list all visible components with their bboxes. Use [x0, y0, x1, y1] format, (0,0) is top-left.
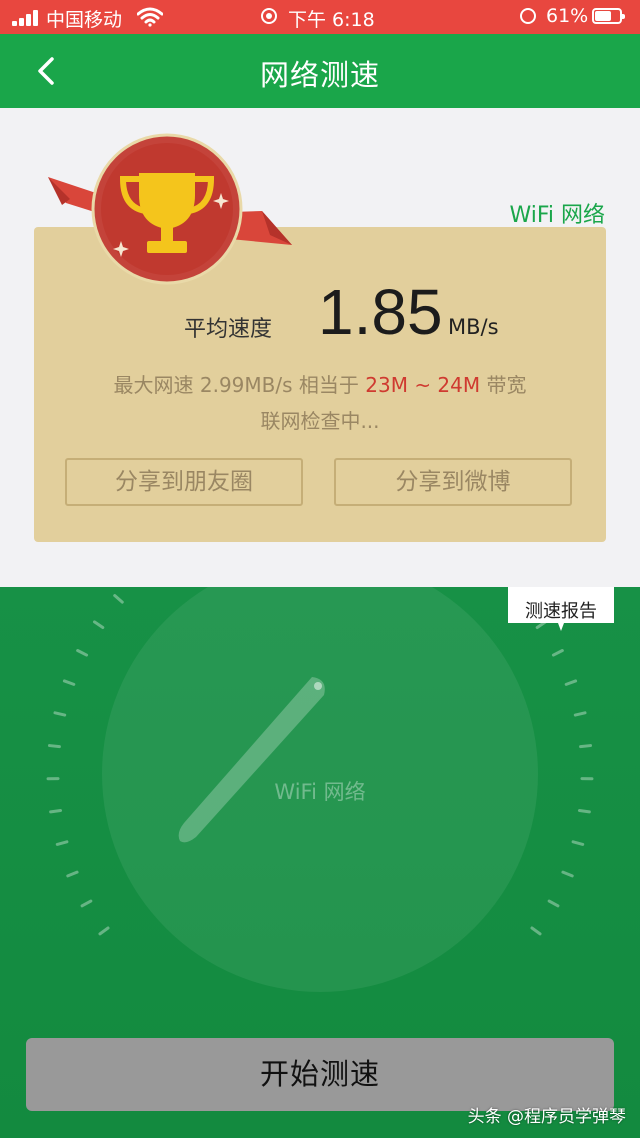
max-speed-info: 最大网速 2.99MB/s 相当于 23M ~ 24M 带宽 — [34, 369, 606, 398]
carrier-name: 中国移动 — [46, 9, 123, 31]
gauge-tick — [551, 649, 564, 657]
gauge-tick — [49, 808, 63, 814]
watermark: 头条 @程序员学弹琴 — [467, 1107, 626, 1127]
avg-speed-label: 平均速度 — [184, 317, 273, 342]
rotation-lock-icon — [520, 8, 536, 24]
gauge-needle-tip — [314, 682, 322, 690]
gauge-tick — [564, 679, 578, 686]
battery-icon — [592, 8, 625, 24]
gauge-tick — [66, 870, 79, 878]
avg-speed-value: 1.85 — [318, 276, 443, 348]
gauge-tick — [573, 711, 587, 717]
clock: 下午 6:18 — [288, 9, 375, 31]
gauge-tick — [561, 870, 574, 878]
speed-report-label: 测速报告 — [525, 601, 597, 622]
nav-bar: 网络测速 — [0, 34, 640, 108]
gauge-tick — [93, 620, 105, 629]
start-test-button[interactable]: 开始测速 — [26, 1038, 614, 1111]
bandwidth-range: 23M ~ 24M — [365, 373, 481, 397]
wifi-icon — [137, 7, 163, 27]
gauge-tick — [579, 744, 593, 749]
max-speed-text: 最大网速 2.99MB/s 相当于 — [113, 373, 359, 397]
page-title: 网络测速 — [259, 58, 380, 92]
network-type-label: WiFi 网络 — [509, 203, 605, 228]
gauge-tick — [53, 711, 67, 717]
connection-check-status: 联网检查中... — [260, 409, 380, 433]
battery-percentage: 61% — [546, 5, 589, 27]
status-bar: 中国移动 下午 6:18 61% — [0, 0, 640, 34]
screen-recording-icon — [261, 8, 277, 24]
gauge-tick — [113, 594, 124, 604]
trophy-icon — [91, 133, 243, 285]
cellular-signal-icon — [12, 10, 42, 26]
gauge-tick — [571, 840, 585, 846]
speed-gauge-area: 测速报告 WiFi 网络 开始测速 — [0, 587, 640, 1138]
speed-unit: MB/s — [448, 315, 499, 339]
gauge-tick — [80, 899, 93, 908]
gauge-tick — [547, 899, 560, 908]
gauge-tick — [76, 649, 89, 657]
gauge-tick — [55, 840, 69, 846]
share-weibo-button[interactable]: 分享到微博 — [334, 458, 572, 506]
gauge-network-label: WiFi 网络 — [274, 780, 366, 804]
bandwidth-suffix: 带宽 — [486, 373, 527, 397]
gauge-tick — [62, 679, 76, 686]
gauge-tick — [47, 744, 61, 749]
share-moments-button[interactable]: 分享到朋友圈 — [65, 458, 303, 506]
speed-report-tag[interactable]: 测速报告 — [508, 587, 614, 633]
gauge-tick — [98, 926, 110, 936]
gauge-tick — [530, 926, 542, 936]
gauge-tick — [577, 808, 591, 814]
